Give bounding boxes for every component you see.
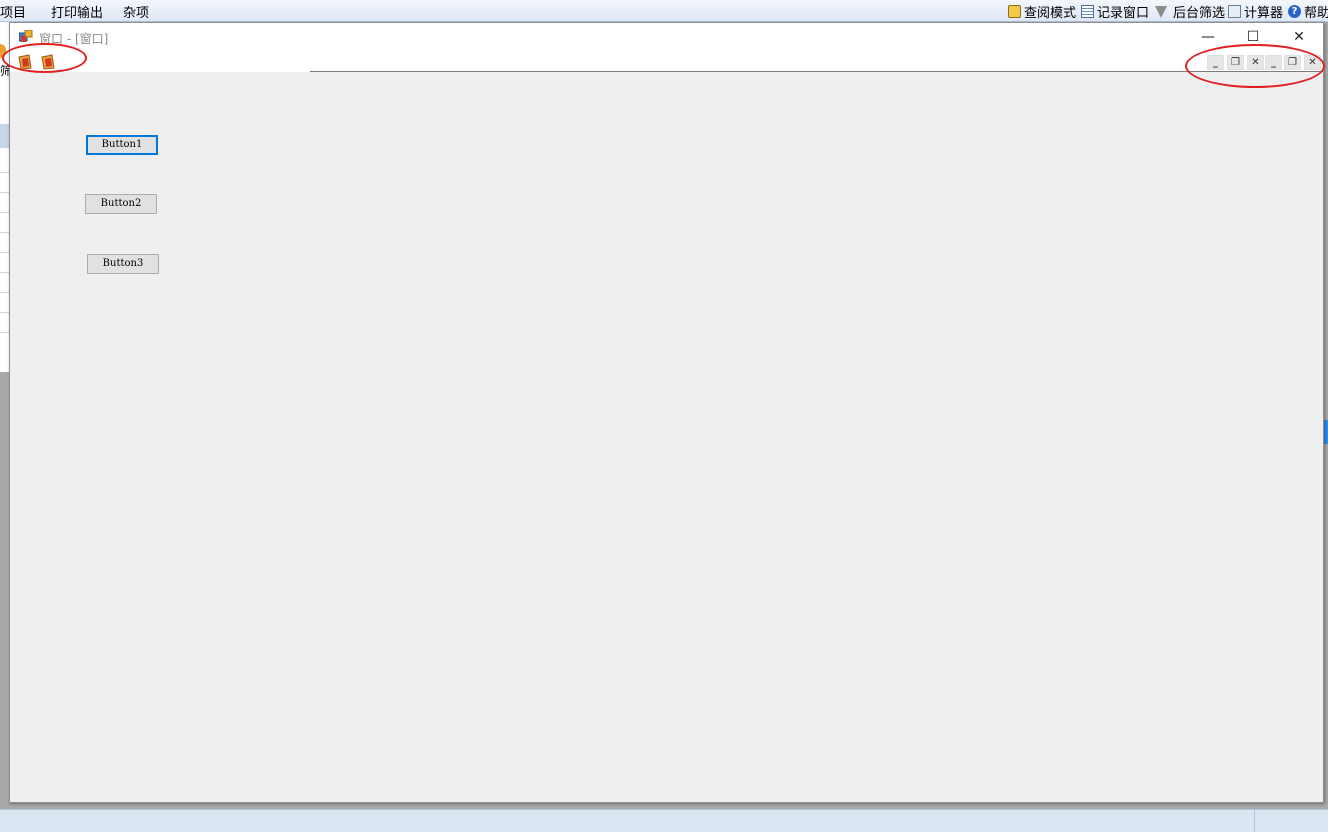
minimize-button[interactable]: — [1198, 27, 1218, 47]
menu-item-misc[interactable]: 杂项 [123, 2, 149, 21]
mdi-child-icon[interactable] [17, 54, 33, 70]
child1-close-button[interactable]: ✕ [1247, 55, 1264, 70]
help-icon: ? [1288, 5, 1301, 18]
help-button[interactable]: ? 帮助 [1288, 2, 1328, 21]
child2-restore-button[interactable]: ❐ [1284, 55, 1301, 70]
button3[interactable]: Button3 [87, 254, 159, 274]
readonly-mode-label: 查阅模式 [1024, 6, 1077, 21]
calculator-label: 计算器 [1244, 6, 1284, 21]
app-window-icon [19, 30, 33, 42]
child1-restore-button[interactable]: ❐ [1227, 55, 1244, 70]
help-label: 帮助 [1304, 6, 1328, 21]
readonly-mode-button[interactable]: 查阅模式 [1008, 2, 1076, 21]
host-status-bar [0, 809, 1328, 832]
child1-minimize-button[interactable]: _ [1207, 55, 1224, 70]
record-window-button[interactable]: 记录窗口 [1081, 2, 1149, 21]
title-bar[interactable]: 窗口 - [窗口] — ☐ ✕ [10, 23, 1323, 52]
calculator-button[interactable]: 计算器 [1228, 2, 1283, 21]
record-window-label: 记录窗口 [1097, 6, 1150, 21]
backend-filter-button[interactable]: 后台筛选 [1155, 2, 1225, 21]
child2-minimize-button[interactable]: _ [1265, 55, 1282, 70]
status-separator [1254, 810, 1255, 832]
child2-close-button[interactable]: ✕ [1304, 55, 1321, 70]
funnel-icon [1155, 5, 1167, 18]
button2[interactable]: Button2 [85, 194, 157, 214]
backend-filter-label: 后台筛选 [1173, 6, 1226, 21]
list-icon [1081, 5, 1094, 18]
button1[interactable]: Button1 [86, 135, 158, 155]
close-button[interactable]: ✕ [1289, 27, 1309, 47]
menu-item-print-output[interactable]: 打印输出 [51, 2, 103, 21]
host-menu-bar: 项目 打印输出 杂项 查阅模式 记录窗口 后台筛选 计算器 ? 帮助 [0, 0, 1328, 22]
lock-icon [1008, 5, 1021, 18]
mdi-menu-strip: _ ❐ ✕ _ ❐ ✕ [10, 52, 1323, 72]
mdi-parent-window: 窗口 - [窗口] — ☐ ✕ _ ❐ ✕ _ ❐ ✕ Button1 Butt… [9, 22, 1324, 803]
calculator-icon [1228, 5, 1241, 18]
menu-item-project[interactable]: 项目 [0, 2, 26, 21]
window-title: 窗口 - [窗口] [39, 32, 109, 46]
mdi-client-area: Button1 Button2 Button3 [10, 72, 1323, 802]
maximize-button[interactable]: ☐ [1243, 27, 1263, 47]
mdi-child-icon[interactable] [40, 54, 56, 70]
